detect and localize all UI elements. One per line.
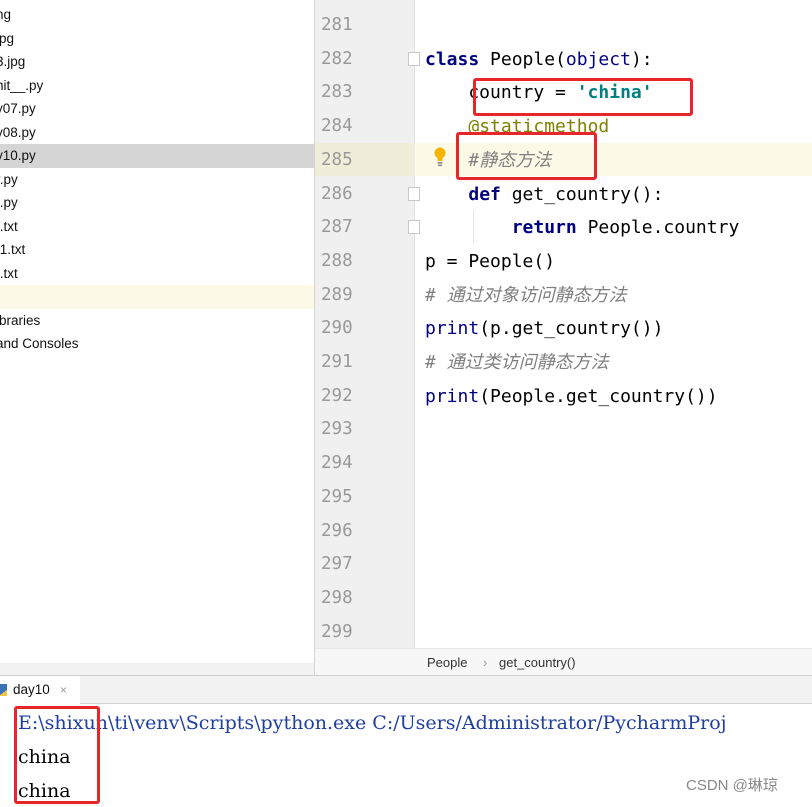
- breadcrumb: People › get_country(): [315, 648, 812, 675]
- tree-item[interactable]: t1.txt: [0, 238, 314, 262]
- annotation-box-country: [473, 78, 693, 116]
- code-line[interactable]: class People(object):: [425, 43, 653, 76]
- tree-item[interactable]: y07.py: [0, 97, 314, 121]
- tree-item[interactable]: t.py: [0, 191, 314, 215]
- run-tab-close-icon[interactable]: ×: [60, 676, 67, 704]
- annotation-box-output: [14, 706, 100, 804]
- line-number: 291: [321, 352, 353, 372]
- line-number: 298: [321, 587, 353, 608]
- line-number: 292: [321, 385, 353, 406]
- tree-item[interactable]: ng: [0, 3, 314, 27]
- code-token: # 通过类访问静态方法: [425, 352, 609, 373]
- code-token: (People.get_country()): [479, 385, 718, 407]
- tree-item-label: 3.jpg: [0, 54, 26, 69]
- tree-item[interactable]: t.txt: [0, 262, 314, 286]
- line-number: 294: [321, 453, 353, 474]
- run-tab-label: day10: [13, 682, 50, 697]
- code-token: People: [490, 48, 556, 70]
- line-number: 297: [321, 554, 353, 575]
- tree-item-label: t1.txt: [0, 242, 26, 257]
- tree-item-label: y07.py: [0, 101, 36, 116]
- code-token: print: [425, 385, 480, 407]
- line-number: 295: [321, 486, 353, 507]
- tree-item[interactable]: t.txt: [0, 215, 314, 239]
- tree-item[interactable]: [0, 285, 314, 309]
- line-number: 285: [321, 149, 353, 170]
- tree-item-label: y08.py: [0, 124, 36, 140]
- project-tree-horizontal-scrollbar[interactable]: [0, 663, 315, 675]
- code-token: People.country: [587, 217, 740, 239]
- fold-marker-def[interactable]: [408, 187, 420, 201]
- line-number: 299: [321, 621, 353, 642]
- code-token: print: [425, 318, 480, 340]
- tree-item[interactable]: r.py: [0, 168, 314, 192]
- line-number: 296: [321, 520, 353, 541]
- tree-item-label: t.txt: [0, 265, 18, 281]
- run-tab-bar: day10 ×: [0, 675, 812, 704]
- code-token: ):: [630, 48, 653, 70]
- tree-item-label: t.txt: [0, 218, 18, 234]
- code-line[interactable]: # 通过对象访问静态方法: [425, 279, 627, 312]
- line-number: 284: [321, 116, 353, 137]
- tree-item-label: nit__.py: [0, 77, 44, 93]
- code-line[interactable]: def get_country():: [425, 178, 663, 211]
- code-token: object: [565, 48, 631, 70]
- tree-item[interactable]: jpg: [0, 27, 314, 51]
- line-number: 290: [321, 318, 353, 339]
- line-number: 282: [321, 48, 353, 69]
- tree-item-label: and Consoles: [0, 336, 79, 351]
- project-tree: ng jpg 3.jpg nit__.py y07.py y08.py y10.py r.py…: [0, 0, 315, 663]
- code-token: p = People(): [425, 250, 556, 272]
- tree-item-label: r.py: [0, 171, 18, 187]
- code-token: class: [425, 48, 491, 70]
- line-number: 289: [321, 284, 353, 305]
- intention-bulb-icon[interactable]: [432, 146, 448, 168]
- line-number: 283: [321, 82, 353, 103]
- breadcrumb-item-method[interactable]: get_country(): [499, 649, 576, 676]
- line-number: 281: [321, 15, 353, 35]
- code-token: # 通过对象访问静态方法: [425, 284, 627, 306]
- run-tab-day10[interactable]: day10 ×: [0, 676, 80, 704]
- indent-guide: [473, 210, 474, 243]
- fold-marker-class[interactable]: [408, 52, 420, 66]
- code-token: get_country():: [511, 183, 664, 205]
- tree-item[interactable]: y08.py: [0, 121, 314, 145]
- code-token: return: [511, 217, 588, 239]
- python-file-icon: [0, 684, 7, 696]
- tree-item-label: t.py: [0, 195, 18, 210]
- tree-item[interactable]: ibraries: [0, 309, 314, 333]
- console-command-line: E:\shixun\ti\venv\Scripts\python.exe C:/…: [18, 712, 727, 734]
- tree-item[interactable]: nit__.py: [0, 74, 314, 98]
- line-number: 287: [321, 217, 353, 238]
- watermark: CSDN @琳琼: [686, 777, 778, 794]
- code-token: (p.get_country()): [479, 318, 664, 340]
- code-line[interactable]: p = People(): [425, 245, 555, 278]
- tree-item-label: ibraries: [0, 312, 41, 328]
- tree-item-label: ng: [0, 7, 12, 22]
- code-line[interactable]: # 通过类访问静态方法: [425, 346, 609, 379]
- tree-item[interactable]: 3.jpg: [0, 50, 314, 74]
- annotation-box-comment: [456, 132, 597, 180]
- breadcrumb-item-class[interactable]: People: [427, 649, 467, 676]
- line-number: 286: [321, 183, 353, 204]
- tree-item-label: y10.py: [0, 148, 36, 163]
- tree-item[interactable]: y10.py: [0, 144, 314, 168]
- tree-item[interactable]: and Consoles: [0, 332, 314, 356]
- line-number: 293: [321, 419, 353, 440]
- code-token: def: [468, 183, 512, 205]
- fold-marker-def-end[interactable]: [408, 220, 420, 234]
- breadcrumb-separator: ›: [483, 655, 488, 670]
- code-line[interactable]: print(p.get_country()): [425, 312, 663, 345]
- line-number: 288: [321, 250, 353, 271]
- tree-item-label: jpg: [0, 30, 15, 46]
- code-line[interactable]: print(People.get_country()): [425, 380, 718, 413]
- code-token: (: [555, 48, 566, 70]
